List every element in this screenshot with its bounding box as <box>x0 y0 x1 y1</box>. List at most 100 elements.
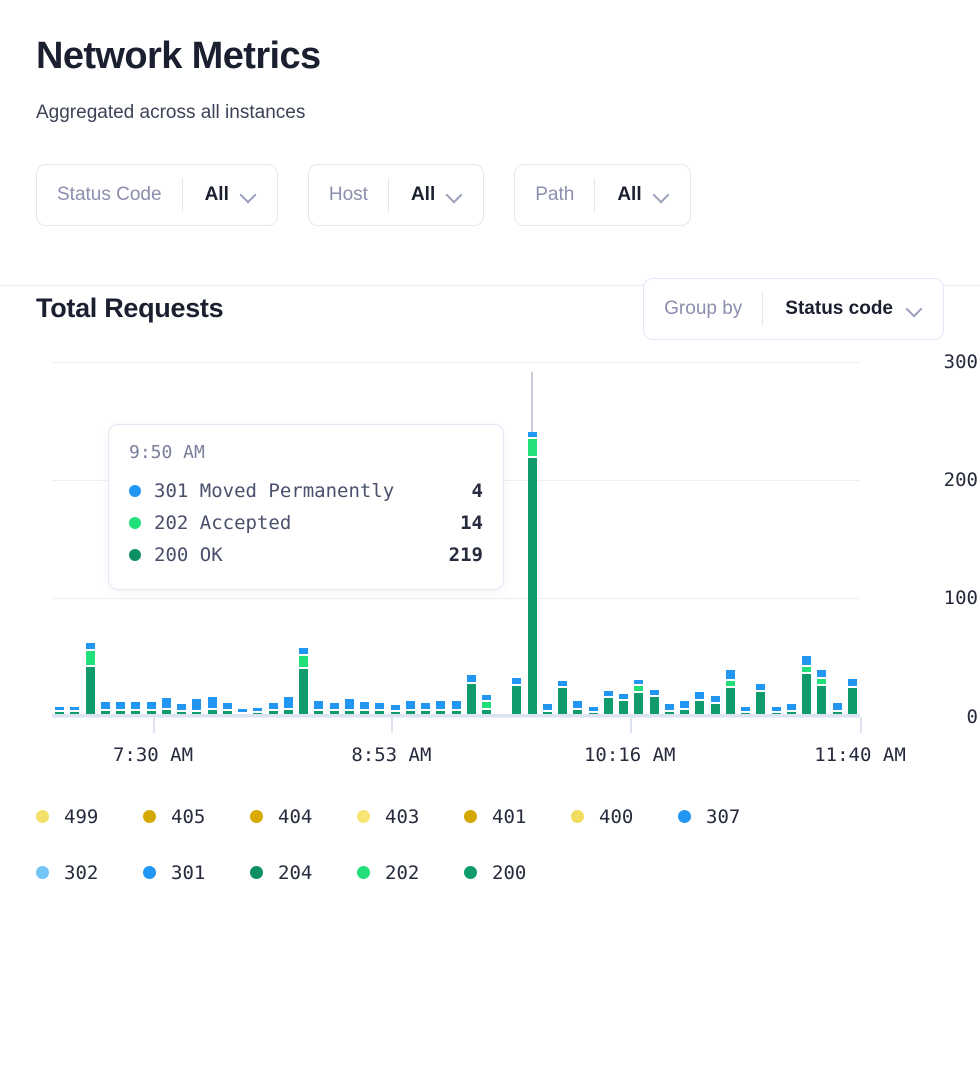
bar-segment-301 <box>131 702 140 709</box>
bar-segment-301 <box>802 656 811 665</box>
chart-y-axis-labels: 3002001000 <box>896 362 980 717</box>
tooltip-series-dot <box>129 485 141 497</box>
bar-segment-200 <box>467 684 476 717</box>
bar-segment-200 <box>86 667 95 717</box>
chart-x-axis-labels: 7:30 AM8:53 AM10:16 AM11:40 AM <box>36 744 944 774</box>
legend-item-404[interactable]: 404 <box>250 806 357 828</box>
chart-bar[interactable] <box>817 670 826 717</box>
bar-segment-301 <box>848 679 857 686</box>
chart-bar[interactable] <box>802 656 811 717</box>
tooltip-row: 200 OK219 <box>129 539 483 571</box>
filter-path-label: Path <box>535 184 594 206</box>
legend-label: 499 <box>64 806 98 828</box>
tooltip-series-dot <box>129 549 141 561</box>
legend-item-302[interactable]: 302 <box>36 862 143 884</box>
chart-bar[interactable] <box>558 681 567 717</box>
filter-path[interactable]: Path All <box>514 164 690 226</box>
bar-segment-301 <box>314 701 323 709</box>
filter-status-code[interactable]: Status Code All <box>36 164 278 226</box>
filter-bar: Status Code All Host All Path All <box>36 164 944 226</box>
legend-color-dot <box>143 810 156 823</box>
legend-label: 204 <box>278 862 312 884</box>
legend-color-dot <box>464 866 477 879</box>
legend-label: 200 <box>492 862 526 884</box>
chart-bar[interactable] <box>650 690 659 717</box>
legend-label: 400 <box>599 806 633 828</box>
x-axis-tick-label: 10:16 AM <box>584 744 676 766</box>
chart-bar[interactable] <box>756 684 765 717</box>
bar-segment-301 <box>162 698 171 707</box>
x-axis-tick <box>153 717 155 733</box>
chevron-down-icon <box>447 187 463 203</box>
bar-segment-301 <box>360 702 369 709</box>
chart-hover-line <box>531 372 533 433</box>
legend-color-dot <box>678 810 691 823</box>
tooltip-time: 9:50 AM <box>129 442 483 463</box>
legend-item-499[interactable]: 499 <box>36 806 143 828</box>
chart-bar[interactable] <box>299 648 308 717</box>
total-requests-section: Total Requests Group by Status code 3002… <box>0 278 980 772</box>
chart-tooltip: 9:50 AM 301 Moved Permanently4202 Accept… <box>108 424 504 590</box>
tooltip-rows: 301 Moved Permanently4202 Accepted14200 … <box>129 475 483 571</box>
legend-item-301[interactable]: 301 <box>143 862 250 884</box>
legend-item-400[interactable]: 400 <box>571 806 678 828</box>
bar-segment-301 <box>345 699 354 708</box>
legend-item-405[interactable]: 405 <box>143 806 250 828</box>
group-by-dropdown[interactable]: Group by Status code <box>643 278 944 340</box>
section-header: Total Requests Group by Status code <box>36 278 944 340</box>
page-subtitle: Aggregated across all instances <box>36 102 944 124</box>
page-header: Network Metrics Aggregated across all in… <box>0 0 980 226</box>
bar-segment-301 <box>680 701 689 708</box>
chart-bar[interactable] <box>86 643 95 717</box>
legend-item-200[interactable]: 200 <box>464 862 571 884</box>
y-axis-tick-label: 300 <box>944 351 978 373</box>
legend-item-403[interactable]: 403 <box>357 806 464 828</box>
bar-segment-301 <box>147 702 156 709</box>
legend-label: 302 <box>64 862 98 884</box>
bar-segment-200 <box>817 686 826 717</box>
y-axis-tick-label: 200 <box>944 469 978 491</box>
legend-label: 404 <box>278 806 312 828</box>
legend-item-401[interactable]: 401 <box>464 806 571 828</box>
chart-bar[interactable] <box>726 670 735 717</box>
x-axis-tick-label: 7:30 AM <box>113 744 193 766</box>
legend-row: 499 405 404 403401 400 307 <box>36 806 944 828</box>
chart-bar[interactable] <box>634 680 643 717</box>
legend-label: 405 <box>171 806 205 828</box>
bar-segment-301 <box>284 697 293 708</box>
legend-item-202[interactable]: 202 <box>357 862 464 884</box>
chart-bar[interactable] <box>467 675 476 717</box>
chevron-down-icon <box>907 301 923 317</box>
legend-color-dot <box>36 866 49 879</box>
x-axis-tick <box>630 717 632 733</box>
tooltip-series-value: 4 <box>446 480 483 502</box>
legend-color-dot <box>143 866 156 879</box>
bar-segment-301 <box>208 697 217 708</box>
legend-item-307[interactable]: 307 <box>678 806 785 828</box>
bar-segment-301 <box>116 702 125 709</box>
network-metrics-page: Network Metrics Aggregated across all in… <box>0 0 980 1078</box>
legend-label: 202 <box>385 862 419 884</box>
chart-bar[interactable] <box>512 678 521 717</box>
bar-segment-301 <box>436 701 445 709</box>
tooltip-series-label: 200 OK <box>154 544 223 566</box>
group-by-label: Group by <box>664 298 762 320</box>
bar-segment-202 <box>528 439 537 456</box>
chart-container[interactable]: 3002001000 7:30 AM8:53 AM10:16 AM11:40 A… <box>36 362 944 772</box>
tooltip-series-dot <box>129 517 141 529</box>
filter-host-label: Host <box>329 184 388 206</box>
filter-status-code-label: Status Code <box>57 184 182 206</box>
x-axis-tick-label: 11:40 AM <box>814 744 906 766</box>
chart-bar[interactable] <box>528 432 537 716</box>
x-axis-tick <box>860 717 862 733</box>
filter-host[interactable]: Host All <box>308 164 484 226</box>
y-axis-tick-label: 100 <box>944 587 978 609</box>
legend-item-204[interactable]: 204 <box>250 862 357 884</box>
chevron-down-icon <box>241 187 257 203</box>
bar-segment-200 <box>558 688 567 716</box>
chart-bar[interactable] <box>848 679 857 716</box>
bar-segment-200 <box>802 674 811 717</box>
tooltip-series-label: 202 Accepted <box>154 512 291 534</box>
chart-legend: 499 405 404 403401 400 307 302 301 204 202 200 <box>0 806 980 884</box>
legend-color-dot <box>357 810 370 823</box>
